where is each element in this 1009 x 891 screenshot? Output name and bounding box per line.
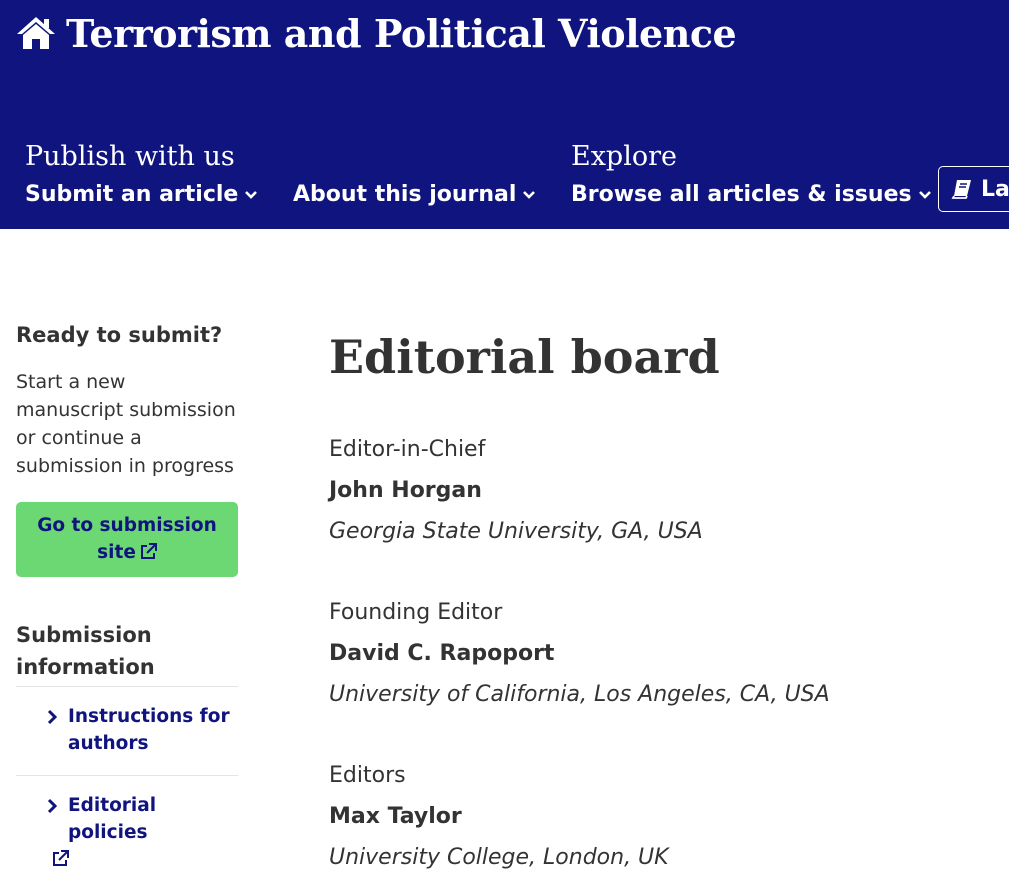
go-to-submission-site-button[interactable]: Go to submission site xyxy=(16,502,238,577)
ready-to-submit-heading: Ready to submit? xyxy=(16,323,223,347)
nav-browse-articles[interactable]: Browse all articles & issues xyxy=(571,182,932,207)
editor-name: Max Taylor xyxy=(329,804,462,829)
chevron-down-icon xyxy=(918,190,931,199)
editor-role: Editors xyxy=(329,763,406,788)
editor-affiliation: University College, London, UK xyxy=(329,845,669,870)
nav-group-explore: Explore xyxy=(571,141,677,172)
submission-information-list: Instructions for authors Editorial polic… xyxy=(16,686,238,891)
chevron-right-icon xyxy=(47,709,58,725)
editor-section-editor-in-chief: Editor-in-Chief John Horgan Georgia Stat… xyxy=(329,429,989,552)
editorial-policies-label: Editorial policies xyxy=(68,795,157,843)
nav-group-publish: Publish with us xyxy=(25,141,235,172)
sidebar: Ready to submit? Start a new manuscript … xyxy=(16,318,238,891)
page-title: Editorial board xyxy=(329,330,720,384)
editorial-policies-link[interactable]: Editorial policies xyxy=(16,776,238,891)
submission-button-label: Go to submission site xyxy=(37,515,217,563)
nav-submit-article[interactable]: Submit an article xyxy=(25,182,258,207)
editor-affiliation: Georgia State University, GA, USA xyxy=(329,519,703,544)
home-icon xyxy=(17,17,55,49)
external-link-icon xyxy=(140,543,157,559)
editor-name: David C. Rapoport xyxy=(329,641,555,666)
instructions-for-authors-label: Instructions for authors xyxy=(68,706,230,754)
nav-submit-article-label: Submit an article xyxy=(25,182,239,207)
site-header: Terrorism and Political Violence Publish… xyxy=(0,0,1009,229)
book-icon xyxy=(951,180,971,199)
nav-browse-articles-label: Browse all articles & issues xyxy=(571,182,912,207)
editor-role: Founding Editor xyxy=(329,600,503,625)
chevron-right-icon xyxy=(47,798,58,814)
editor-role: Editor-in-Chief xyxy=(329,437,486,462)
submission-information-heading: Submission information xyxy=(16,623,155,679)
nav-about-journal[interactable]: About this journal xyxy=(293,182,536,207)
ready-to-submit-text: Start a new manuscript submission or con… xyxy=(16,371,236,477)
latest-articles-button[interactable]: La xyxy=(938,166,1009,212)
main-content: Editorial board Editor-in-Chief John Hor… xyxy=(329,325,989,878)
external-link-icon xyxy=(53,850,69,866)
editor-section-editors: Editors Max Taylor University College, L… xyxy=(329,755,989,878)
journal-home-link[interactable]: Terrorism and Political Violence xyxy=(16,8,737,58)
instructions-for-authors-link[interactable]: Instructions for authors xyxy=(16,687,238,776)
editor-section-founding-editor: Founding Editor David C. Rapoport Univer… xyxy=(329,592,989,715)
chevron-down-icon xyxy=(523,190,536,199)
chevron-down-icon xyxy=(245,190,258,199)
journal-title: Terrorism and Political Violence xyxy=(66,10,737,56)
editor-affiliation: University of California, Los Angeles, C… xyxy=(329,682,830,707)
editor-name: John Horgan xyxy=(329,478,482,503)
latest-articles-label: La xyxy=(981,176,1009,202)
nav-about-journal-label: About this journal xyxy=(293,182,517,207)
